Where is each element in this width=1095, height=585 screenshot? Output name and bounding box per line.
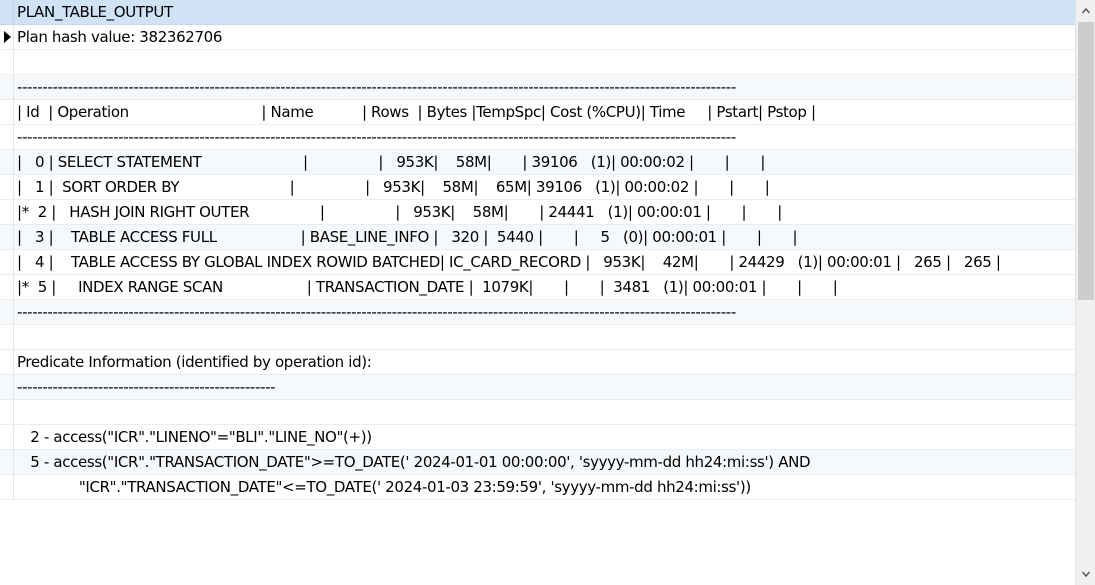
row-gutter[interactable]: [0, 50, 14, 74]
plan-step-3-text: | 3 | TABLE ACCESS FULL | BASE_LINE_INFO…: [17, 228, 798, 246]
current-row-marker-icon: [4, 31, 11, 43]
scroll-thumb[interactable]: [1078, 22, 1094, 300]
grid-row[interactable]: [0, 50, 1075, 75]
separator-text: ----------------------------------------…: [17, 128, 736, 146]
plan-hash-value-text: Plan hash value: 382362706: [17, 28, 223, 46]
grid-row[interactable]: |* 5 | INDEX RANGE SCAN | TRANSACTION_DA…: [0, 275, 1075, 300]
predicate-info-heading-text: Predicate Information (identified by ope…: [17, 353, 372, 371]
grid-row[interactable]: | 0 | SELECT STATEMENT | | 953K| 58M| | …: [0, 150, 1075, 175]
grid-row[interactable]: 5 - access("ICR"."TRANSACTION_DATE">=TO_…: [0, 450, 1075, 475]
row-gutter[interactable]: [0, 375, 14, 399]
grid-row[interactable]: Plan hash value: 382362706: [0, 25, 1075, 50]
vertical-scrollbar[interactable]: [1075, 0, 1095, 585]
header-gutter: [0, 0, 14, 24]
scroll-down-button[interactable]: [1076, 563, 1095, 585]
plan-output-grid[interactable]: PLAN_TABLE_OUTPUT Plan hash value: 38236…: [0, 0, 1075, 585]
grid-row[interactable]: [0, 400, 1075, 425]
grid-row[interactable]: 2 - access("ICR"."LINENO"="BLI"."LINE_NO…: [0, 425, 1075, 450]
plan-step-1-text: | 1 | SORT ORDER BY | | 953K| 58M| 65M| …: [17, 178, 770, 196]
predicate-5-continued-text: "ICR"."TRANSACTION_DATE"<=TO_DATE(' 2024…: [17, 478, 751, 496]
row-gutter[interactable]: [0, 75, 14, 99]
grid-row[interactable]: |* 2 | HASH JOIN RIGHT OUTER | | 953K| 5…: [0, 200, 1075, 225]
grid-row[interactable]: | 4 | TABLE ACCESS BY GLOBAL INDEX ROWID…: [0, 250, 1075, 275]
plan-column-headings-text: | Id | Operation | Name | Rows | Bytes |…: [17, 103, 816, 121]
row-gutter[interactable]: [0, 250, 14, 274]
chevron-up-icon: [1081, 7, 1090, 14]
plan-step-2-text: |* 2 | HASH JOIN RIGHT OUTER | | 953K| 5…: [17, 203, 782, 221]
grid-row[interactable]: ----------------------------------------…: [0, 375, 1075, 400]
row-gutter[interactable]: [0, 275, 14, 299]
row-gutter[interactable]: [0, 450, 14, 474]
row-gutter[interactable]: [0, 325, 14, 349]
row-gutter[interactable]: [0, 150, 14, 174]
grid-row[interactable]: | 1 | SORT ORDER BY | | 953K| 58M| 65M| …: [0, 175, 1075, 200]
column-header-row[interactable]: PLAN_TABLE_OUTPUT: [0, 0, 1075, 25]
chevron-down-icon: [1081, 571, 1090, 578]
separator-text: ----------------------------------------…: [17, 303, 736, 321]
grid-row[interactable]: ----------------------------------------…: [0, 125, 1075, 150]
row-gutter[interactable]: [0, 300, 14, 324]
row-gutter[interactable]: [0, 350, 14, 374]
column-header-plan-table-output[interactable]: PLAN_TABLE_OUTPUT: [17, 3, 173, 21]
row-gutter[interactable]: [0, 425, 14, 449]
predicate-5-text: 5 - access("ICR"."TRANSACTION_DATE">=TO_…: [17, 453, 811, 471]
grid-row[interactable]: "ICR"."TRANSACTION_DATE"<=TO_DATE(' 2024…: [0, 475, 1075, 500]
grid-row[interactable]: | 3 | TABLE ACCESS FULL | BASE_LINE_INFO…: [0, 225, 1075, 250]
row-gutter[interactable]: [0, 400, 14, 424]
row-gutter[interactable]: [0, 175, 14, 199]
plan-step-5-text: |* 5 | INDEX RANGE SCAN | TRANSACTION_DA…: [17, 278, 838, 296]
grid-row[interactable]: ----------------------------------------…: [0, 300, 1075, 325]
row-gutter[interactable]: [0, 125, 14, 149]
row-gutter[interactable]: [0, 25, 14, 49]
row-gutter[interactable]: [0, 200, 14, 224]
grid-row[interactable]: ----------------------------------------…: [0, 75, 1075, 100]
scroll-up-button[interactable]: [1076, 0, 1095, 22]
grid-row[interactable]: [0, 325, 1075, 350]
predicate-2-text: 2 - access("ICR"."LINENO"="BLI"."LINE_NO…: [17, 428, 372, 446]
grid-empty-area: [0, 500, 1075, 585]
grid-row[interactable]: | Id | Operation | Name | Rows | Bytes |…: [0, 100, 1075, 125]
row-gutter[interactable]: [0, 475, 14, 499]
row-gutter[interactable]: [0, 100, 14, 124]
plan-step-0-text: | 0 | SELECT STATEMENT | | 953K| 58M| | …: [17, 153, 766, 171]
separator-text: ----------------------------------------…: [17, 78, 736, 96]
row-gutter[interactable]: [0, 225, 14, 249]
separator-text: ----------------------------------------…: [17, 378, 276, 396]
grid-row[interactable]: Predicate Information (identified by ope…: [0, 350, 1075, 375]
plan-step-4-text: | 4 | TABLE ACCESS BY GLOBAL INDEX ROWID…: [17, 253, 1001, 271]
